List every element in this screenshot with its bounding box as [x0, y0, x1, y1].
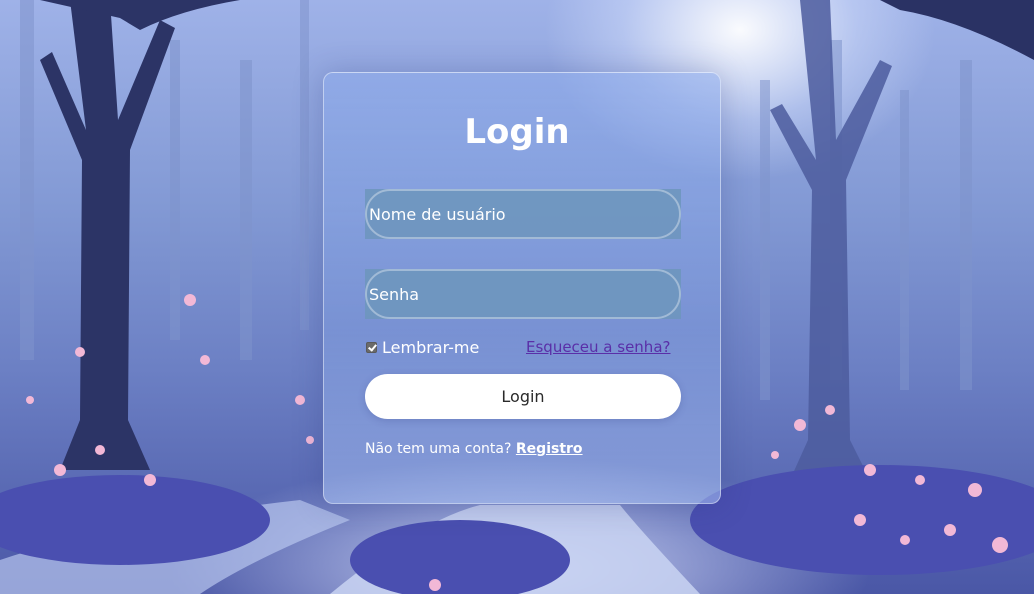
- password-field-wrapper: [365, 269, 681, 319]
- remember-me[interactable]: Lembrar-me: [365, 336, 479, 358]
- username-input[interactable]: [365, 189, 681, 239]
- password-input[interactable]: [365, 269, 681, 319]
- forgot-password-link[interactable]: Esqueceu a senha?: [526, 336, 670, 358]
- register-prompt: Não tem uma conta? Registro: [365, 439, 583, 459]
- remember-label: Lembrar-me: [382, 337, 480, 357]
- register-link[interactable]: Registro: [516, 441, 583, 457]
- username-field-wrapper: [365, 189, 681, 239]
- remember-checkbox[interactable]: [366, 341, 377, 353]
- login-title: Login: [464, 112, 570, 152]
- no-account-text: Não tem uma conta?: [365, 441, 512, 457]
- login-button[interactable]: Login: [365, 374, 681, 419]
